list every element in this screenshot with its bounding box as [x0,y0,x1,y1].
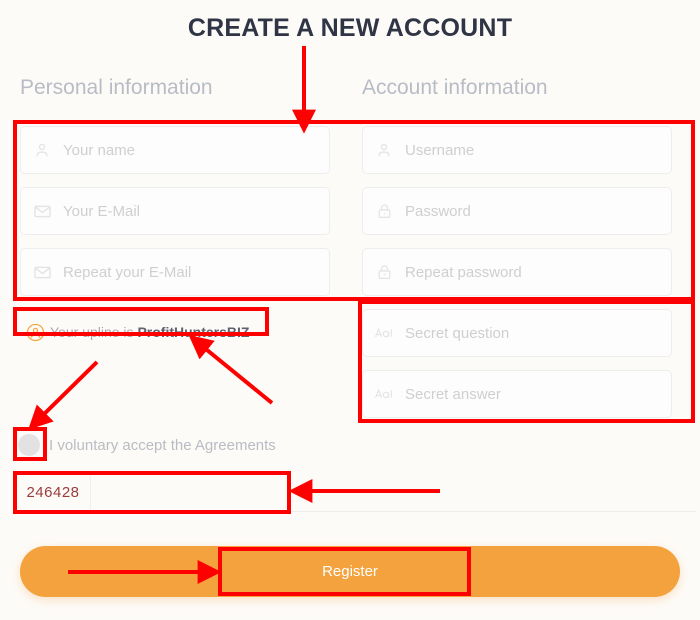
envelope-icon [21,249,63,295]
field-repeat-email[interactable]: Repeat your E-Mail [20,248,330,296]
field-secret-answer[interactable]: Secret answer [362,370,672,418]
field-placeholder: Secret question [405,324,510,342]
field-placeholder: Username [405,141,475,159]
upline-sponsor-name: ProfitHuntersBIZ [137,324,250,340]
upline-text: Your upline is ProfitHuntersBIZ [50,324,249,340]
user-icon [363,127,405,173]
field-placeholder: Repeat password [405,263,522,281]
lock-icon [363,249,405,295]
upline-prefix: Your upline is [50,324,138,340]
field-repeat-password[interactable]: Repeat password [362,248,672,296]
field-your-name[interactable]: Your name [20,126,330,174]
field-username[interactable]: Username [362,126,672,174]
field-your-email[interactable]: Your E-Mail [20,187,330,235]
agreement-checkbox[interactable] [18,434,40,456]
arrow-down-left-to-checkbox [28,360,99,430]
captcha-row: 246428 [16,474,696,512]
upline-row: Your upline is ProfitHuntersBIZ [20,312,249,352]
text-icon [363,371,405,417]
page-title: CREATE A NEW ACCOUNT [187,14,513,42]
field-secret-question[interactable]: Secret question [362,309,672,357]
user-circle-icon [20,323,50,342]
field-placeholder: Password [405,202,471,220]
agreement-row[interactable]: I voluntary accept the Agreements [18,430,276,460]
captcha-code: 246428 [16,474,91,511]
field-placeholder: Secret answer [405,385,501,403]
section-heading-personal: Personal information [20,76,213,99]
text-icon [363,310,405,356]
personal-information-column: Your name Your E-Mail Repeat your E-Mail [20,126,330,309]
field-placeholder: Your name [63,141,135,159]
agreement-label: I voluntary accept the Agreements [49,436,276,454]
register-button[interactable]: Register [20,546,680,597]
signup-page: CREATE A NEW ACCOUNT Personal informatio… [0,0,700,620]
field-password[interactable]: Password [362,187,672,235]
envelope-icon [21,188,63,234]
captcha-input[interactable] [91,474,696,511]
field-placeholder: Your E-Mail [63,202,140,220]
section-heading-account: Account information [362,76,548,99]
field-placeholder: Repeat your E-Mail [63,263,192,281]
account-information-column: Username Password Repeat password Secret… [362,126,672,431]
lock-icon [363,188,405,234]
user-icon [21,127,63,173]
